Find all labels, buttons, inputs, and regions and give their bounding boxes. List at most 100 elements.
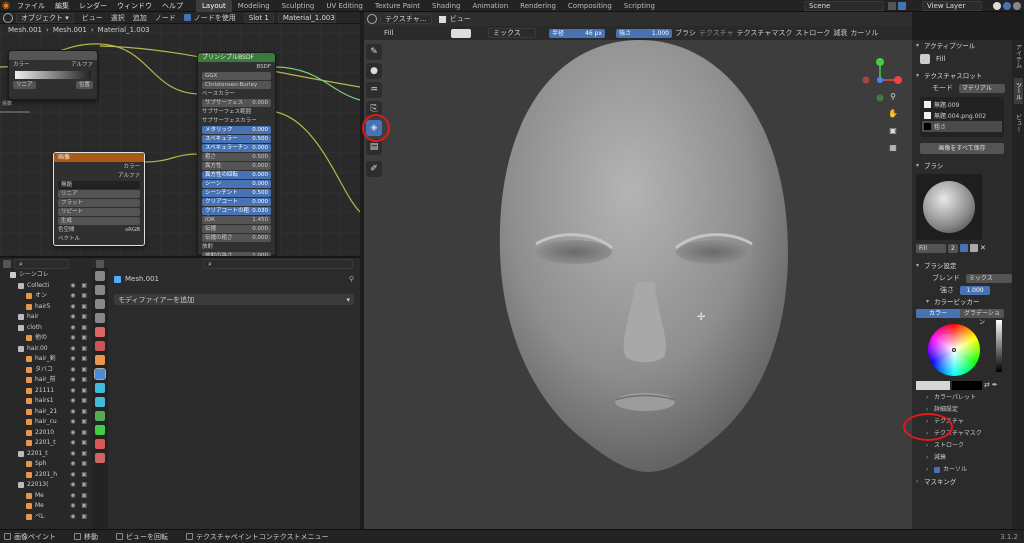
- data-tab-icon[interactable]: [95, 425, 105, 435]
- tool-tab-icon[interactable]: [95, 271, 105, 281]
- subsurface-method-dropdown[interactable]: Christensen-Burley: [202, 81, 271, 89]
- outliner-row[interactable]: hairs1 ◉ ▣: [0, 396, 92, 407]
- visibility-toggle-icon[interactable]: ◉ ▣: [70, 291, 89, 302]
- blend-dropdown[interactable]: ミックス: [966, 273, 1012, 283]
- image-option-dropdown[interactable]: 生成: [58, 217, 140, 225]
- save-all-images-button[interactable]: 画像をすべて保存: [920, 143, 1004, 154]
- menu-item[interactable]: レンダー: [74, 0, 112, 12]
- 3d-viewport[interactable]: ⚲ ✋ ▣ ▦ ✛: [364, 12, 912, 529]
- swap-colors-icon[interactable]: ⇄: [984, 381, 990, 389]
- principled-input-row[interactable]: 異方性の回転 0.000: [202, 171, 271, 179]
- visibility-toggle-icon[interactable]: ◉ ▣: [70, 302, 89, 313]
- principled-input-row[interactable]: シーンチント 0.500: [202, 189, 271, 197]
- color-wheel[interactable]: [928, 324, 980, 376]
- outliner-row[interactable]: hair.00 ◉ ▣: [0, 344, 92, 355]
- principled-input-row[interactable]: サブサーフェス 0.000: [202, 99, 271, 107]
- cursor-menu[interactable]: カーソル: [850, 28, 878, 38]
- outliner-row[interactable]: hair_剣 ◉ ▣: [0, 354, 92, 365]
- outliner-row[interactable]: 2201_t ◉ ▣: [0, 449, 92, 460]
- render-tab-icon[interactable]: [95, 285, 105, 295]
- texture-paint-mode-dropdown[interactable]: テクスチャ…: [380, 14, 432, 24]
- colorspace-value[interactable]: sRGB: [125, 226, 140, 234]
- editor-type-icon[interactable]: [367, 14, 377, 24]
- outliner-row[interactable]: 22010 ◉ ▣: [0, 428, 92, 439]
- visibility-toggle-icon[interactable]: ◉ ▣: [70, 512, 89, 523]
- editor-type-icon[interactable]: [3, 12, 13, 23]
- visibility-toggle-icon[interactable]: ◉ ▣: [70, 491, 89, 502]
- menu-item[interactable]: ファイル: [12, 0, 50, 12]
- view-layer-selector[interactable]: View Layer: [922, 0, 982, 11]
- navigation-gizmo[interactable]: [858, 54, 908, 104]
- brush-name-field[interactable]: Fill: [916, 243, 946, 253]
- shader-node-editor[interactable]: カラー アルファ リニア 位置 係数 プリンシプルBSDF BSDF GGX Chr…: [0, 12, 360, 256]
- visibility-toggle-icon[interactable]: ◉ ▣: [70, 449, 89, 460]
- smear-brush-icon[interactable]: ♒: [366, 82, 382, 98]
- color-picker-panel[interactable]: ▾ カラーピッカー: [912, 296, 1012, 308]
- view-menu[interactable]: ビュー: [450, 14, 471, 24]
- properties-editor-icon[interactable]: [96, 260, 104, 268]
- value-slider[interactable]: [996, 320, 1002, 372]
- visibility-toggle-icon[interactable]: ◉ ▣: [70, 417, 89, 428]
- camera-icon[interactable]: ▣: [886, 124, 900, 138]
- falloff-menu[interactable]: 減衰: [833, 28, 847, 38]
- workspace-tab[interactable]: Compositing: [562, 0, 618, 12]
- color-swatch[interactable]: [451, 28, 471, 38]
- visibility-toggle-icon[interactable]: ◉ ▣: [70, 470, 89, 481]
- strength-field[interactable]: 強さ 1.000: [616, 28, 672, 38]
- annotate-icon[interactable]: ✐: [366, 161, 382, 177]
- brush-preview[interactable]: [916, 174, 982, 240]
- sub-panel-header[interactable]: › カラーパレット: [912, 392, 1012, 404]
- visibility-toggle-icon[interactable]: ◉ ▣: [70, 375, 89, 386]
- visibility-toggle-icon[interactable]: ◉ ▣: [70, 396, 89, 407]
- grid-icon[interactable]: ▦: [886, 141, 900, 155]
- colorramp-node[interactable]: カラー アルファ リニア 位置: [8, 50, 98, 100]
- texture-tab-icon[interactable]: [95, 453, 105, 463]
- gradient-tab[interactable]: グラデーション: [960, 308, 1004, 326]
- principled-input-row[interactable]: クリアコート 0.000: [202, 198, 271, 206]
- principled-input-row[interactable]: 粗さ 0.500: [202, 153, 271, 161]
- zoom-icon[interactable]: ⚲: [886, 90, 900, 104]
- new-scene-icon[interactable]: [898, 1, 906, 10]
- texture-slot-item[interactable]: 無題.004.png.002: [922, 110, 1002, 121]
- secondary-color-swatch[interactable]: [952, 380, 982, 390]
- close-icon[interactable]: ✕: [980, 244, 988, 252]
- output-tab-icon[interactable]: [95, 299, 105, 309]
- outliner-row[interactable]: hair5 ◉ ▣: [0, 302, 92, 313]
- breadcrumb-material[interactable]: Material_1.003: [98, 26, 150, 34]
- outliner-row[interactable]: cloth ◉ ▣: [0, 323, 92, 334]
- principled-bsdf-node[interactable]: プリンシプルBSDF BSDF GGX Christensen-Burley ベ…: [197, 52, 276, 256]
- brush-settings-panel[interactable]: ▾ ブラシ設定: [912, 260, 1012, 272]
- tab-item[interactable]: アイテム: [1014, 40, 1023, 72]
- visibility-toggle-icon[interactable]: ◉ ▣: [70, 312, 89, 323]
- draw-brush-icon[interactable]: ✎: [366, 44, 382, 60]
- image-datablock-field[interactable]: 無題: [58, 181, 140, 189]
- node-menu-item[interactable]: ビュー: [78, 13, 107, 23]
- workspace-tab[interactable]: Shading: [426, 0, 466, 12]
- texture-menu[interactable]: テクスチャ: [699, 28, 734, 38]
- menu-item[interactable]: 編集: [50, 0, 74, 12]
- sub-panel-header[interactable]: › 減衰: [912, 452, 1012, 464]
- texture-slots-panel[interactable]: ▾ テクスチャスロット: [912, 70, 1012, 82]
- principled-input-row[interactable]: メタリック 0.000: [202, 126, 271, 134]
- color-ramp-gradient[interactable]: [15, 71, 91, 79]
- active-tool-panel[interactable]: ▾ アクティブツール: [912, 40, 1012, 52]
- principled-input-row[interactable]: IOR 1.450: [202, 216, 271, 224]
- visibility-toggle-icon[interactable]: ◉ ▣: [70, 323, 89, 334]
- cursor-checkbox[interactable]: [934, 467, 940, 473]
- outliner-row[interactable]: Sph ◉ ▣: [0, 459, 92, 470]
- properties-editor[interactable]: ⌕ Mesh.001 ⚲ モディファイアーを追加 ▾: [92, 256, 360, 529]
- image-node-header[interactable]: 画像: [54, 153, 144, 162]
- shading-material-icon[interactable]: [1003, 1, 1011, 10]
- principled-input-row[interactable]: サブサーフェスカラー: [202, 117, 271, 125]
- physics-tab-icon[interactable]: [95, 397, 105, 407]
- outliner-row[interactable]: Collecti ◉ ▣: [0, 281, 92, 292]
- outliner-row[interactable]: ペL ◉ ▣: [0, 512, 92, 523]
- material-tab-icon[interactable]: [95, 439, 105, 449]
- object-mode-dropdown[interactable]: オブジェクト ▾: [16, 12, 74, 23]
- texture-mask-menu[interactable]: テクスチャマスク: [737, 28, 793, 38]
- color-tab[interactable]: カラー: [916, 308, 960, 318]
- hand-pan-icon[interactable]: ✋: [886, 107, 900, 121]
- brush-menu[interactable]: ブラシ: [675, 28, 696, 38]
- scene-selector[interactable]: Scene: [804, 0, 884, 11]
- visibility-toggle-icon[interactable]: ◉ ▣: [70, 281, 89, 292]
